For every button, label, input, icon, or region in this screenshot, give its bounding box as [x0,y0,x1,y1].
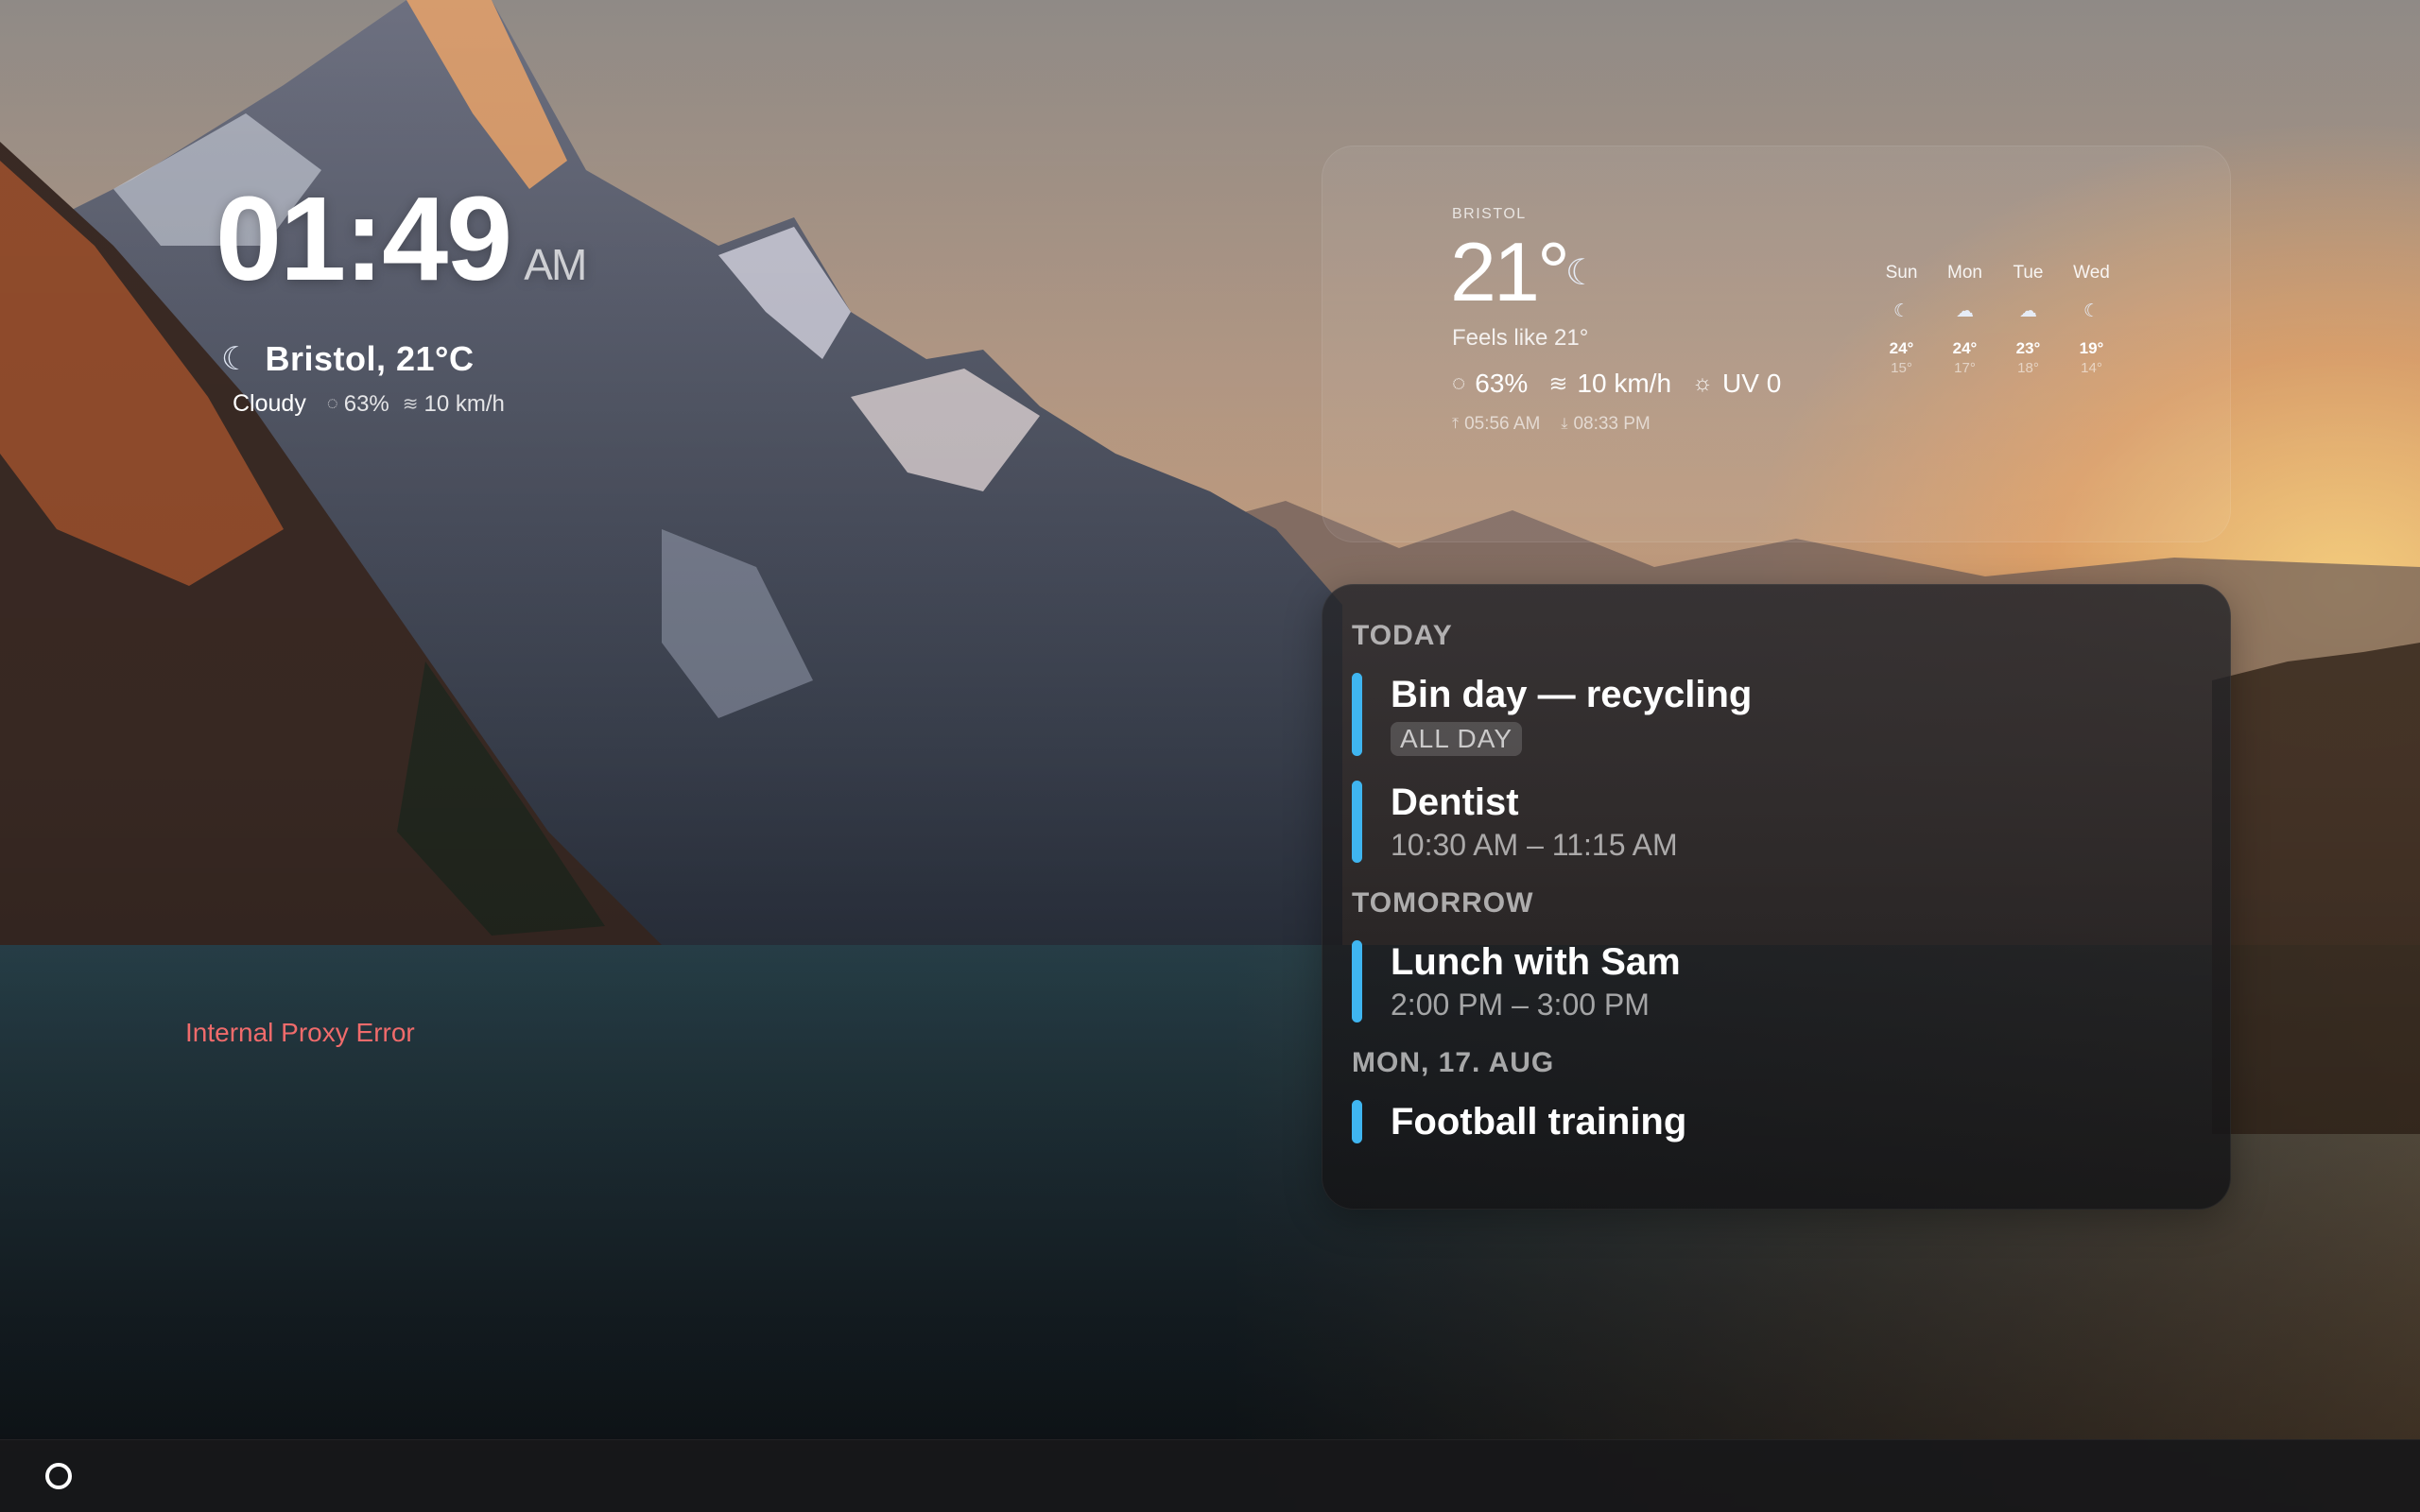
calendar-section-mon-17-aug: MON, 17. AUG Football training [1352,1047,2201,1143]
calendar-event[interactable]: Lunch with Sam 2:00 PM – 3:00 PM [1352,940,2201,1022]
sun-icon: ☼ [1692,370,1714,396]
clock-location-row: ☾ Bristol, 21°C [221,339,585,379]
wind-icon: ≋ [1548,370,1568,397]
clock-wind: ≋ 10 km/h [403,391,505,418]
weather-uv: ☼ UV 0 [1692,369,1781,399]
event-details: Dentist 10:30 AM – 11:15 AM [1391,781,1678,863]
forecast-low: 14° [2081,360,2102,376]
wind-icon: ≋ [402,394,419,415]
weather-sunrise: ⤒ 05:56 AM [1452,414,1540,435]
clock-ampm: AM [524,240,587,289]
weather-humidity: ◌ 63% [1452,369,1528,399]
moon-cloud-icon: ☾ [2083,301,2100,321]
clock-widget: 01:49 AM ☾ Bristol, 21°C Cloudy ◌ 63% ≋ 1… [216,178,587,418]
event-details: Football training [1391,1100,1686,1143]
weather-temperature: 21° [1450,225,1570,318]
event-title: Football training [1391,1101,1687,1143]
forecast-high: 24° [1952,339,1978,357]
calendar-event[interactable]: Bin day — recycling ALL DAY [1352,673,2201,756]
event-color-bar [1352,673,1362,756]
weather-sunrise-value: 05:56 AM [1464,414,1541,434]
clock-time-value: 01:49 [216,172,512,305]
forecast-day: Mon ☁ 24° 17° [1933,263,1996,376]
cloud-icon: ☁ [2019,301,2037,321]
forecast-low: 15° [1891,360,1912,376]
calendar-card[interactable]: TODAY Bin day — recycling ALL DAY Dentis… [1322,584,2231,1210]
cloud-icon: ☁ [1956,301,1974,321]
forecast-high: 23° [2015,339,2041,357]
forecast-low: 17° [1954,360,1976,376]
forecast-day: Tue ☁ 23° 18° [1996,263,2060,376]
clock-time: 01:49 AM [216,178,587,326]
forecast-high: 19° [2079,339,2104,357]
weather-city: BRISTOL [1452,206,1527,222]
forecast-day-name: Sun [1885,263,1918,283]
weather-stats: ◌ 63% ≋ 10 km/h ☼ UV 0 [1452,369,1802,399]
moon-cloud-icon: ☾ [1565,253,1599,293]
calendar-section-tomorrow: TOMORROW Lunch with Sam 2:00 PM – 3:00 P… [1352,887,2201,1022]
calendar-agenda[interactable]: TODAY Bin day — recycling ALL DAY Dentis… [1352,620,2201,1181]
forecast-low: 18° [2017,360,2039,376]
event-details: Lunch with Sam 2:00 PM – 3:00 PM [1391,940,1681,1022]
moon-cloud-icon: ☾ [221,341,251,377]
humidity-icon: ◌ [1452,370,1466,396]
calendar-section-today: TODAY Bin day — recycling ALL DAY Dentis… [1352,620,2201,863]
clock-condition: Cloudy [233,390,306,417]
forecast-day-name: Wed [2073,263,2110,283]
event-time: 10:30 AM – 11:15 AM [1391,828,1678,862]
clock-wind-value: 10 km/h [424,390,505,417]
weather-feels-like: Feels like 21° [1452,325,1589,351]
forecast-day-name: Tue [2013,263,2044,283]
clock-humidity: ◌ 63% [327,391,389,418]
clock-location: Bristol, 21°C [265,339,475,378]
weather-uv-value: UV 0 [1722,369,1782,398]
weather-wind: ≋ 10 km/h [1548,369,1671,399]
humidity-icon: ◌ [326,393,338,414]
event-title: Dentist [1391,782,1519,823]
circle-launcher-icon[interactable] [45,1463,72,1489]
calendar-event[interactable]: Football training [1352,1100,2201,1143]
event-color-bar [1352,940,1362,1022]
event-title: Bin day — recycling [1391,674,1753,715]
sunset-icon: ⤓ [1561,416,1568,432]
event-color-bar [1352,1100,1362,1143]
weather-wind-value: 10 km/h [1577,369,1672,398]
forecast-day: Wed ☾ 19° 14° [2060,263,2123,376]
forecast-day: Sun ☾ 24° 15° [1870,263,1933,376]
calendar-section-heading: TODAY [1352,620,1453,651]
clock-conditions-row: Cloudy ◌ 63% ≋ 10 km/h [233,390,585,418]
forecast-day-name: Mon [1947,263,1982,283]
weather-sun-times: ⤒ 05:56 AM ⤓ 08:33 PM [1452,414,1671,435]
weather-humidity-value: 63% [1475,369,1529,398]
taskbar [0,1439,2420,1512]
calendar-section-heading: MON, 17. AUG [1352,1047,1555,1078]
event-title: Lunch with Sam [1391,941,1681,983]
clock-humidity-value: 63% [343,390,389,417]
event-color-bar [1352,781,1362,863]
moon-cloud-icon: ☾ [1893,301,1910,321]
event-time: 2:00 PM – 3:00 PM [1391,988,1650,1022]
forecast-high: 24° [1889,339,1914,357]
calendar-event[interactable]: Dentist 10:30 AM – 11:15 AM [1352,781,2201,863]
weather-card[interactable]: BRISTOL 21° ☾ Feels like 21° ◌ 63% ≋ 10 … [1322,146,2231,542]
weather-sunset: ⤓ 08:33 PM [1561,414,1650,435]
event-all-day-badge: ALL DAY [1391,722,1523,756]
event-details: Bin day — recycling ALL DAY [1391,673,1752,756]
sunrise-icon: ⤒ [1452,416,1460,432]
calendar-section-heading: TOMORROW [1352,887,1534,919]
weather-sunset-value: 08:33 PM [1573,414,1651,434]
weather-forecast: Sun ☾ 24° 15° Mon ☁ 24° 17° Tue ☁ 23° 18… [1870,263,2123,376]
proxy-error-message: Internal Proxy Error [185,1018,415,1047]
